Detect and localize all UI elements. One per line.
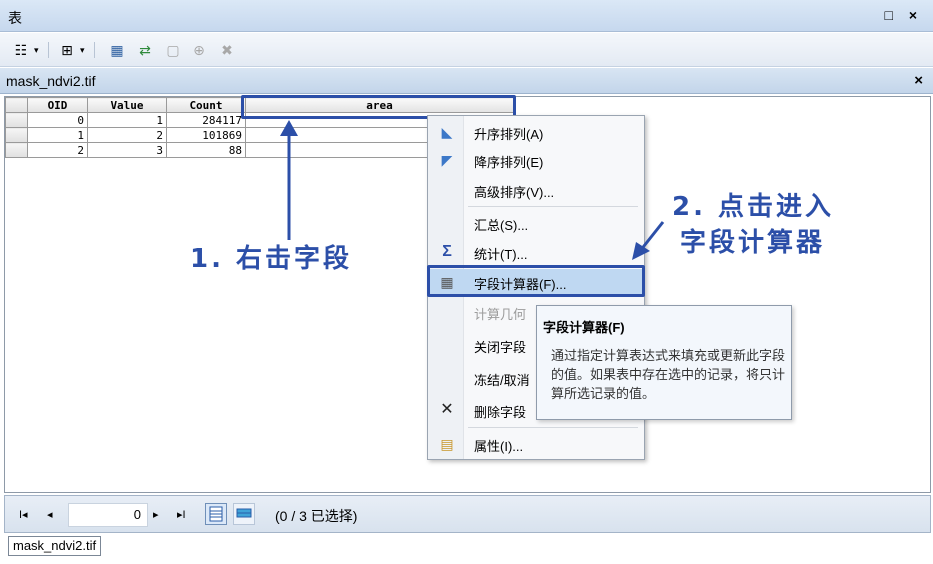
window-controls[interactable]: □ × — [884, 7, 923, 23]
menu-item-label: 关闭字段 — [474, 340, 527, 355]
cell-oid[interactable]: 0 — [27, 112, 88, 128]
menu-item-label: 升序排列(A) — [474, 127, 544, 142]
select-all-header[interactable] — [5, 97, 28, 113]
field-calculator-tooltip: 字段计算器(F) 通过指定计算表达式来填充或更新此字段的值。如果表中存在选中的记… — [536, 305, 792, 420]
column-header-value[interactable]: Value — [87, 97, 167, 113]
related-tables-dropdown-icon[interactable]: ▾ — [80, 41, 85, 59]
menu-item-statistics[interactable]: Σ 统计(T)... — [428, 239, 644, 265]
bottom-table-tab[interactable]: mask_ndvi2.tif — [8, 536, 102, 556]
menu-separator — [468, 427, 638, 428]
properties-icon: ▤ — [440, 436, 454, 452]
cell-oid[interactable]: 1 — [27, 127, 88, 143]
menu-item-label: 删除字段 — [474, 405, 527, 420]
field-calculator-highlight — [427, 265, 645, 297]
show-all-records-glyph — [209, 506, 223, 522]
cell-count[interactable]: 101869 — [166, 127, 246, 143]
menu-item-summarize[interactable]: 汇总(S)... — [428, 210, 644, 236]
last-record-icon[interactable]: ▸I — [177, 508, 186, 522]
show-selected-records-glyph — [236, 508, 252, 518]
sort-ascending-icon: ◣ — [441, 124, 453, 140]
cell-value[interactable]: 3 — [87, 142, 167, 158]
menu-item-label: 计算几何 — [474, 307, 527, 322]
cell-count[interactable]: 88 — [166, 142, 246, 158]
menu-item-label: 统计(T)... — [474, 247, 528, 262]
select-by-attributes-icon[interactable]: ▦ — [108, 41, 126, 59]
menu-item-label: 高级排序(V)... — [474, 185, 555, 200]
annotation-step2-line1: 2. 点击进入 — [672, 192, 835, 222]
window-title: 表 — [8, 10, 22, 26]
sigma-icon: Σ — [442, 243, 452, 260]
tooltip-body: 通过指定计算表达式来填充或更新此字段的值。如果表中存在选中的记录，将只计算所选记… — [551, 348, 786, 401]
next-record-icon[interactable]: ▸ — [153, 508, 159, 522]
record-navigation-bar: I◂ ◂ 0 ▸ ▸I (0 / 3 已选择) — [4, 495, 931, 533]
window-titlebar: 表 □ × — [0, 0, 933, 32]
cell-value[interactable]: 1 — [87, 112, 167, 128]
menu-item-properties[interactable]: ▤ 属性(I)... — [428, 431, 644, 457]
previous-record-icon[interactable]: ◂ — [47, 508, 53, 522]
column-header-oid[interactable]: OID — [27, 97, 88, 113]
tooltip-title: 字段计算器(F) — [543, 320, 625, 335]
clear-selection-icon[interactable]: ▢ — [164, 41, 182, 59]
table-tab-name: mask_ndvi2.tif — [6, 73, 96, 89]
table-options-icon[interactable]: ☷ — [12, 41, 30, 59]
cell-oid[interactable]: 2 — [27, 142, 88, 158]
table-options-dropdown-icon[interactable]: ▾ — [34, 41, 39, 59]
menu-item-advanced-sort[interactable]: 高级排序(V)... — [428, 177, 644, 203]
menu-item-label: 汇总(S)... — [474, 218, 529, 233]
zoom-to-selected-icon[interactable]: ⊕ — [190, 41, 208, 59]
annotation-step2-line2: 字段计算器 — [680, 228, 826, 258]
annotation-step1: 1. 右击字段 — [190, 244, 353, 274]
related-tables-icon[interactable]: ⊞ — [58, 41, 76, 59]
sort-descending-icon: ◤ — [441, 152, 453, 168]
menu-item-label: 冻结/取消 — [474, 373, 530, 388]
annotation-arrow-down-left-icon — [632, 221, 665, 260]
menu-separator — [468, 206, 638, 207]
row-selector[interactable] — [5, 127, 28, 143]
first-record-icon[interactable]: I◂ — [19, 508, 28, 522]
row-selector[interactable] — [5, 112, 28, 128]
close-table-icon[interactable]: × — [914, 72, 923, 89]
show-all-records-icon[interactable] — [205, 503, 227, 525]
annotation-arrow-up-icon — [280, 120, 298, 240]
toolbar-separator — [94, 42, 95, 58]
delete-icon: ✕ — [440, 401, 454, 418]
selection-status: (0 / 3 已选择) — [275, 508, 358, 524]
menu-item-sort-descending[interactable]: ◤ 降序排列(E) — [428, 147, 644, 173]
switch-selection-icon[interactable]: ⇄ — [136, 41, 154, 59]
menu-item-label: 属性(I)... — [474, 439, 524, 454]
delete-selected-icon[interactable]: ✖ — [218, 41, 236, 59]
cell-value[interactable]: 2 — [87, 127, 167, 143]
cell-count[interactable]: 284117 — [166, 112, 246, 128]
column-header-count[interactable]: Count — [166, 97, 246, 113]
table-toolbar: ☷ ▾ ⊞ ▾ ▦ ⇄ ▢ ⊕ ✖ — [0, 33, 933, 67]
menu-item-label: 降序排列(E) — [474, 155, 544, 170]
row-selector[interactable] — [5, 142, 28, 158]
current-record-input[interactable]: 0 — [68, 503, 148, 527]
show-selected-records-icon[interactable] — [233, 503, 255, 525]
menu-item-sort-ascending[interactable]: ◣ 升序排列(A) — [428, 119, 644, 145]
toolbar-separator — [48, 42, 49, 58]
table-tab-header: mask_ndvi2.tif × — [0, 68, 933, 94]
